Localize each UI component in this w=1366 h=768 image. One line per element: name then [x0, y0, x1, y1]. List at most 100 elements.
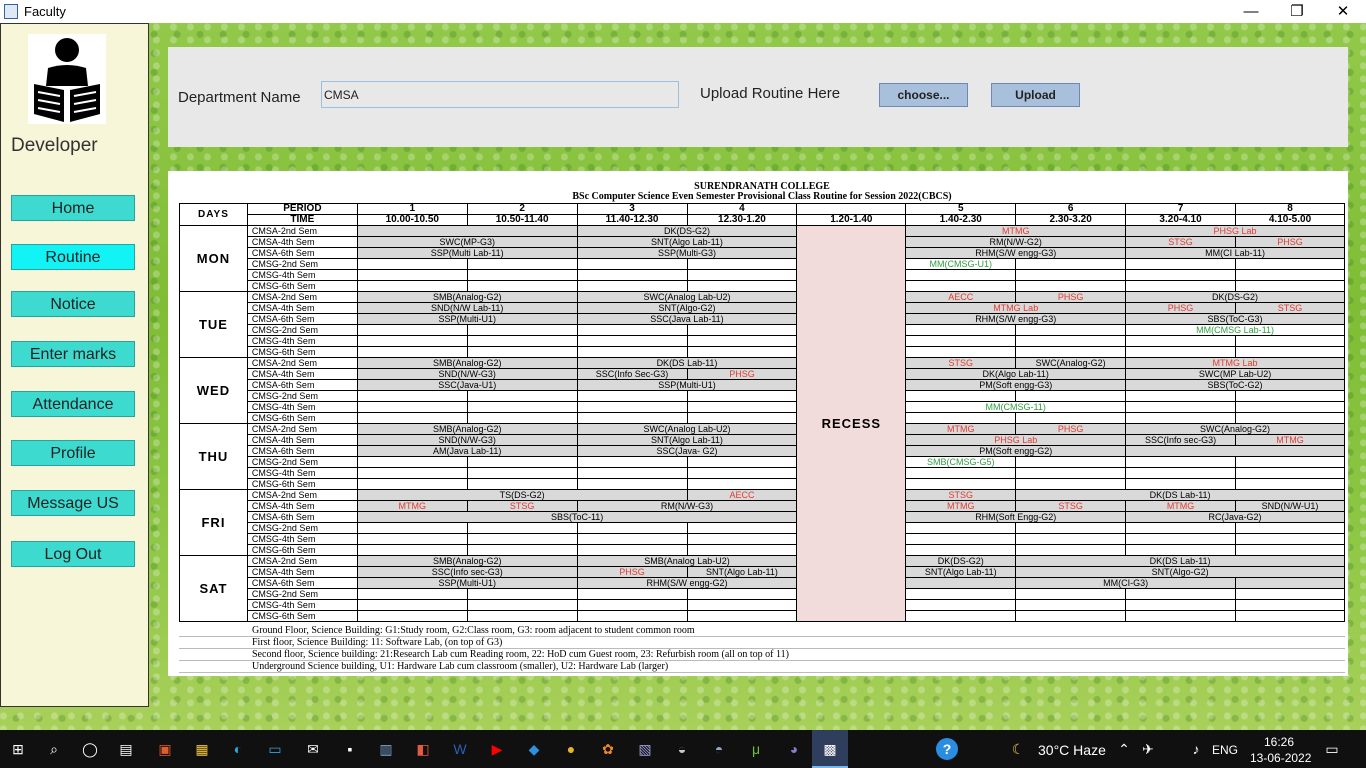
nav-home-button[interactable]: Home	[11, 195, 135, 221]
photos-icon[interactable]: ▣	[155, 739, 175, 759]
class-cell	[686, 456, 798, 468]
class-cell	[1125, 269, 1237, 281]
nav-routine-button[interactable]: Routine	[11, 244, 135, 270]
class-cell	[1015, 467, 1127, 479]
word-icon[interactable]: W	[450, 739, 470, 759]
upload-button[interactable]: Upload	[991, 83, 1080, 107]
notification-icon[interactable]: ▭	[1322, 739, 1342, 759]
clock-date[interactable]: 13-06-2022	[1250, 751, 1311, 765]
class-cell	[356, 478, 468, 490]
class-cell: PHSG	[686, 368, 798, 380]
file-explorer-icon[interactable]: ▦	[192, 739, 212, 759]
netbeans-icon[interactable]: ◒	[672, 739, 692, 759]
class-cell: DK(DS Lab-11)	[1015, 555, 1345, 567]
chrome-icon[interactable]: ●	[561, 739, 581, 759]
window-title: Faculty	[24, 4, 66, 19]
table-row: CMSA-4th Sem SND(N/W-G3) SNT(Algo Lab-11) P…	[180, 434, 1345, 446]
class-cell: STSG	[1125, 236, 1237, 248]
class-cell: MM(CI-G3)	[1015, 577, 1237, 589]
cmd-icon[interactable]: ▪	[340, 739, 360, 759]
edge-icon[interactable]: ◐	[228, 739, 248, 759]
semester-label: CMSG-6th Sem	[246, 412, 358, 424]
weather-icon[interactable]: ☾	[1008, 739, 1028, 759]
pc-icon[interactable]: ▭	[265, 739, 285, 759]
nav-profile-button[interactable]: Profile	[11, 440, 135, 466]
table-row: CMSG-6th Sem	[180, 610, 1345, 622]
nav-enter-marks-button[interactable]: Enter marks	[11, 341, 135, 367]
class-cell	[466, 258, 578, 270]
class-cell	[356, 533, 468, 545]
close-button[interactable]: ✕	[1320, 0, 1366, 23]
semester-label: CMSA-4th Sem	[246, 236, 358, 248]
eclipse-icon[interactable]: ◕	[784, 739, 804, 759]
time-cell: 11.40-12.30	[576, 214, 688, 226]
speaker-icon[interactable]: ♪	[1186, 739, 1206, 759]
class-cell: RHM(S/W engg-G3)	[905, 247, 1127, 259]
class-cell	[1125, 478, 1237, 490]
class-cell	[1015, 522, 1127, 534]
class-cell	[356, 412, 468, 424]
nav-message-us-button[interactable]: Message US	[11, 490, 135, 516]
period-number: 4	[686, 203, 798, 215]
help-icon[interactable]: ?	[936, 738, 958, 760]
table-row: CMSG-4th Sem	[180, 599, 1345, 611]
semester-label: CMSG-2nd Sem	[246, 324, 358, 336]
table-row: CMSG-2nd Sem	[180, 588, 1345, 600]
server-icon[interactable]: ▧	[635, 739, 655, 759]
class-cell	[466, 401, 578, 413]
class-cell: SSP(Multi-U1)	[356, 313, 578, 325]
semester-label: CMSA-4th Sem	[246, 302, 358, 314]
class-cell	[686, 544, 798, 556]
office-icon[interactable]: ◧	[413, 739, 433, 759]
mail-icon[interactable]: ✉	[303, 739, 323, 759]
class-cell	[686, 346, 798, 358]
java-app-icon[interactable]: ▩	[812, 730, 848, 768]
app-icon	[4, 4, 18, 19]
clock-time[interactable]: 16:26	[1264, 735, 1294, 749]
class-cell: SMB(Analog Lab-U2)	[576, 555, 798, 567]
search-icon[interactable]: ⌕	[44, 739, 64, 759]
nav-notice-button[interactable]: Notice	[11, 291, 135, 317]
semester-label: CMSG-6th Sem	[246, 478, 358, 490]
department-label: Department Name	[178, 89, 301, 106]
vscode-icon[interactable]: ◆	[524, 739, 544, 759]
weather-text[interactable]: 30°C Haze	[1038, 742, 1106, 758]
class-cell	[576, 599, 688, 611]
class-cell	[1125, 467, 1237, 479]
utorrent-icon[interactable]: μ	[746, 739, 766, 759]
department-name-field[interactable]: CMSA	[321, 81, 679, 108]
class-cell	[1125, 412, 1237, 424]
class-cell: DK(DS-G2)	[905, 555, 1017, 567]
class-cell	[466, 599, 578, 611]
nav-log-out-button[interactable]: Log Out	[11, 541, 135, 567]
task-view-icon[interactable]: ▤	[116, 739, 136, 759]
table-row: CMSA-6th Sem SSP(Multi-U1) RHM(S/W engg-G2…	[180, 577, 1345, 589]
class-cell	[356, 258, 468, 270]
class-cell: MM(CI Lab-11)	[1125, 247, 1345, 259]
day-label: FRI	[179, 489, 248, 556]
minimize-button[interactable]: —	[1228, 0, 1274, 23]
period-number: 1	[356, 203, 468, 215]
class-cell: SSC(Java Lab-11)	[576, 313, 798, 325]
class-cell	[466, 478, 578, 490]
maximize-button[interactable]: ❐	[1274, 0, 1320, 23]
nav-attendance-button[interactable]: Attendance	[11, 391, 135, 417]
choose-file-button[interactable]: choose...	[879, 83, 968, 107]
semester-label: CMSG-2nd Sem	[246, 456, 358, 468]
language-indicator[interactable]: ENG	[1212, 743, 1238, 757]
windows-start-icon[interactable]: ⊞	[8, 739, 28, 759]
tray-arrow-icon[interactable]: ⌃	[1114, 739, 1134, 759]
class-cell: SSC(Info sec-G3)	[356, 566, 578, 578]
notepad-icon[interactable]: ▥	[376, 739, 396, 759]
table-row: MON CMSA-2nd Sem DK(DS-G2) RECESS MTMG PHSG L…	[179, 225, 1345, 622]
app-icon[interactable]: ◓	[709, 739, 729, 759]
class-cell: DK(DS-G2)	[576, 225, 798, 237]
network-icon[interactable]: ✈	[1138, 739, 1158, 759]
xampp-icon[interactable]: ✿	[598, 739, 618, 759]
table-row: CMSA-6th Sem SSP(Multi-U1) SSC(Java Lab-11…	[180, 313, 1345, 325]
cortana-icon[interactable]: ◯	[80, 739, 100, 759]
class-cell	[905, 522, 1017, 534]
youtube-icon[interactable]: ▶	[487, 739, 507, 759]
class-cell	[1125, 599, 1237, 611]
note-line: Second floor, Science building: 21:Resea…	[179, 649, 1345, 661]
